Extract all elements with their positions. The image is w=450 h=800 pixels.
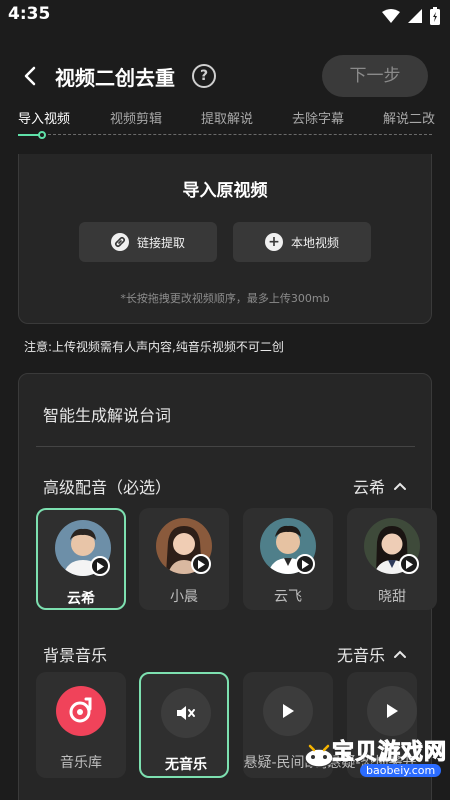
mute-icon bbox=[161, 688, 211, 738]
music-section-toggle[interactable]: 无音乐 bbox=[337, 642, 407, 666]
generate-title: 智能生成解说台词 bbox=[43, 406, 172, 425]
voice-option-xiaochen[interactable]: 小晨 bbox=[139, 508, 229, 610]
tab-video-edit[interactable]: 视频剪辑 bbox=[110, 108, 162, 127]
status-bar: 4:35 bbox=[0, 0, 450, 32]
local-video-button[interactable]: + 本地视频 bbox=[233, 222, 371, 262]
music-name: 音乐库 bbox=[60, 755, 102, 771]
status-time: 4:35 bbox=[8, 4, 51, 24]
battery-icon bbox=[430, 7, 440, 25]
voice-section-toggle[interactable]: 云希 bbox=[353, 474, 407, 498]
music-option-none[interactable]: 无音乐 bbox=[139, 672, 229, 778]
play-icon[interactable] bbox=[191, 554, 211, 574]
next-step-button[interactable]: 下一步 bbox=[322, 55, 428, 97]
chevron-up-icon bbox=[394, 482, 406, 490]
watermark-text: 宝贝游戏网 bbox=[331, 740, 448, 766]
music-name: 无音乐 bbox=[165, 757, 207, 773]
play-icon[interactable] bbox=[263, 686, 313, 736]
voice-name: 小晨 bbox=[170, 589, 198, 605]
import-card: 导入原视频 链接提取 + 本地视频 *长按拖拽更改视频顺序，最多上传300mb bbox=[18, 154, 432, 324]
play-icon[interactable] bbox=[295, 554, 315, 574]
header: 视频二创去重 ? 下一步 bbox=[0, 50, 450, 102]
link-icon bbox=[110, 233, 129, 251]
music-selected-value: 无音乐 bbox=[336, 646, 385, 665]
voice-option-xiaotian[interactable]: 晓甜 bbox=[347, 508, 437, 610]
music-option-library[interactable]: 音乐库 bbox=[36, 672, 126, 778]
progress-dot bbox=[38, 131, 46, 139]
wifi-icon bbox=[382, 9, 400, 23]
voice-option-yunfei[interactable]: 云飞 bbox=[243, 508, 333, 610]
step-progress bbox=[18, 131, 432, 139]
voice-option-yunxi[interactable]: 云希 bbox=[36, 508, 126, 610]
play-icon[interactable] bbox=[399, 554, 419, 574]
play-icon[interactable] bbox=[367, 686, 417, 736]
play-icon[interactable] bbox=[90, 556, 110, 576]
upload-hint: *长按拖拽更改视频顺序，最多上传300mb bbox=[120, 292, 330, 305]
local-video-label: 本地视频 bbox=[290, 235, 339, 250]
page-title: 视频二创去重 bbox=[55, 66, 175, 90]
music-library-icon bbox=[56, 686, 106, 736]
chevron-left-icon bbox=[24, 66, 36, 86]
divider bbox=[36, 446, 415, 447]
tab-import-video[interactable]: 导入视频 bbox=[18, 108, 70, 127]
gamepad-mascot-icon bbox=[304, 744, 334, 768]
watermark-url: baobeiy.com bbox=[360, 764, 442, 777]
signal-icon bbox=[408, 9, 422, 23]
music-section-label: 背景音乐 bbox=[43, 646, 108, 665]
link-extract-button[interactable]: 链接提取 bbox=[79, 222, 217, 262]
voice-name: 云希 bbox=[67, 591, 95, 607]
tab-narration-rewrite[interactable]: 解说二改 bbox=[383, 108, 435, 127]
voice-name: 晓甜 bbox=[378, 589, 406, 605]
back-button[interactable] bbox=[16, 60, 44, 92]
tab-extract-narration[interactable]: 提取解说 bbox=[201, 108, 253, 127]
notice-text: 注意:上传视频需有人声内容,纯音乐视频不可二创 bbox=[24, 340, 284, 354]
link-extract-label: 链接提取 bbox=[136, 235, 185, 250]
question-circle-icon[interactable]: ? bbox=[192, 64, 216, 88]
voice-name: 云飞 bbox=[274, 589, 302, 605]
voice-selected-value: 云希 bbox=[352, 478, 385, 497]
tab-remove-subtitles[interactable]: 去除字幕 bbox=[292, 108, 344, 127]
import-title: 导入原视频 bbox=[182, 181, 268, 201]
watermark-logo: 宝贝游戏网 baobeiy.com bbox=[302, 734, 450, 786]
plus-icon: + bbox=[264, 233, 283, 251]
voice-section-label: 高级配音（必选） bbox=[43, 478, 172, 497]
chevron-up-icon bbox=[394, 650, 406, 658]
